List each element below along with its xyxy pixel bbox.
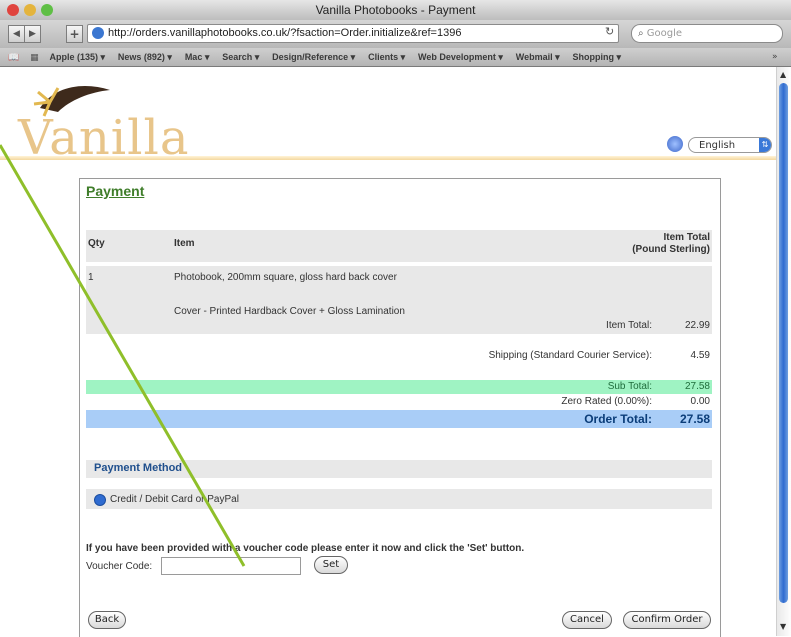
scroll-down-arrow-icon[interactable]: ▼	[780, 622, 786, 631]
bookmark-apple[interactable]: Apple (135) ▾	[49, 48, 105, 66]
bookmark-clients[interactable]: Clients ▾	[368, 48, 405, 66]
qty-header: Qty	[88, 238, 105, 249]
voucher-note: If you have been provided with a voucher…	[86, 543, 525, 554]
bookmark-mac[interactable]: Mac ▾	[185, 48, 210, 66]
search-icon: ⌕	[638, 28, 644, 39]
scroll-up-arrow-icon[interactable]: ▲	[780, 70, 786, 79]
language-select-value: English	[699, 140, 736, 151]
voucher-code-input[interactable]	[161, 557, 301, 575]
shipping-value: 4.59	[690, 350, 710, 361]
order-total-value: 27.58	[679, 412, 710, 426]
scrollbar-thumb[interactable]	[779, 83, 788, 603]
bookmark-design-reference[interactable]: Design/Reference ▾	[272, 48, 355, 66]
header-divider	[0, 156, 776, 160]
item-option-cell: Cover - Printed Hardback Cover + Gloss L…	[174, 306, 405, 317]
globe-icon	[92, 27, 104, 40]
set-voucher-button[interactable]: Set	[314, 556, 348, 574]
order-total-label: Order Total:	[584, 412, 652, 426]
vat-label: Zero Rated (0.00%):	[561, 396, 652, 407]
bookmark-search[interactable]: Search ▾	[222, 48, 259, 66]
item-total-header-line1: Item Total	[663, 232, 710, 243]
address-bar-text: http://orders.vanillaphotobooks.co.uk/?f…	[108, 27, 462, 39]
item-total-label: Item Total:	[606, 320, 652, 331]
voucher-label: Voucher Code:	[86, 561, 153, 572]
bookmark-news[interactable]: News (892) ▾	[118, 48, 172, 66]
back-button[interactable]: Back	[88, 611, 126, 629]
cancel-button[interactable]: Cancel	[562, 611, 612, 629]
back-arrow-icon[interactable]: ◀	[8, 25, 25, 43]
bookmark-shopping[interactable]: Shopping ▾	[572, 48, 621, 66]
item-total-value: 22.99	[684, 320, 710, 331]
qty-cell: 1	[88, 272, 94, 283]
search-field[interactable]: ⌕ Google	[631, 24, 783, 43]
item-header: Item	[174, 238, 195, 249]
help-icon[interactable]	[667, 136, 683, 152]
bookmarks-book-icon[interactable]: 📖	[8, 49, 19, 67]
payment-option-label: Credit / Debit Card or PayPal	[110, 494, 239, 505]
language-select[interactable]: English ⇅	[688, 137, 772, 153]
payment-method-title: Payment Method	[94, 462, 183, 474]
reload-icon[interactable]: ↻	[605, 25, 614, 38]
radio-selected-icon[interactable]	[94, 494, 106, 506]
window-title: Vanilla Photobooks - Payment	[315, 3, 476, 17]
item-cell: Photobook, 200mm square, gloss hard back…	[174, 272, 397, 283]
bookmarks-overflow-icon[interactable]: »	[772, 52, 778, 62]
address-bar[interactable]: http://orders.vanillaphotobooks.co.uk/?f…	[87, 24, 619, 43]
page-title: Payment	[86, 183, 145, 199]
vat-value: 0.00	[690, 396, 710, 407]
item-total-header-line2: (Pound Sterling)	[632, 244, 710, 255]
bookmarks-grid-icon[interactable]: ▦	[30, 49, 39, 67]
subtotal-value: 27.58	[684, 381, 710, 392]
confirm-order-button[interactable]: Confirm Order	[623, 611, 711, 629]
add-bookmark-icon[interactable]: +	[66, 25, 83, 43]
subtotal-label: Sub Total:	[607, 381, 652, 392]
bookmark-webmail[interactable]: Webmail ▾	[516, 48, 560, 66]
search-placeholder: Google	[646, 28, 683, 39]
bookmark-web-development[interactable]: Web Development ▾	[418, 48, 503, 66]
chevron-updown-icon: ⇅	[759, 138, 771, 152]
forward-arrow-icon[interactable]: ▶	[24, 25, 41, 43]
bookmarks-bar: 📖 ▦ Apple (135) ▾ News (892) ▾ Mac ▾ Sea…	[0, 48, 791, 67]
shipping-label: Shipping (Standard Courier Service):	[488, 350, 652, 361]
